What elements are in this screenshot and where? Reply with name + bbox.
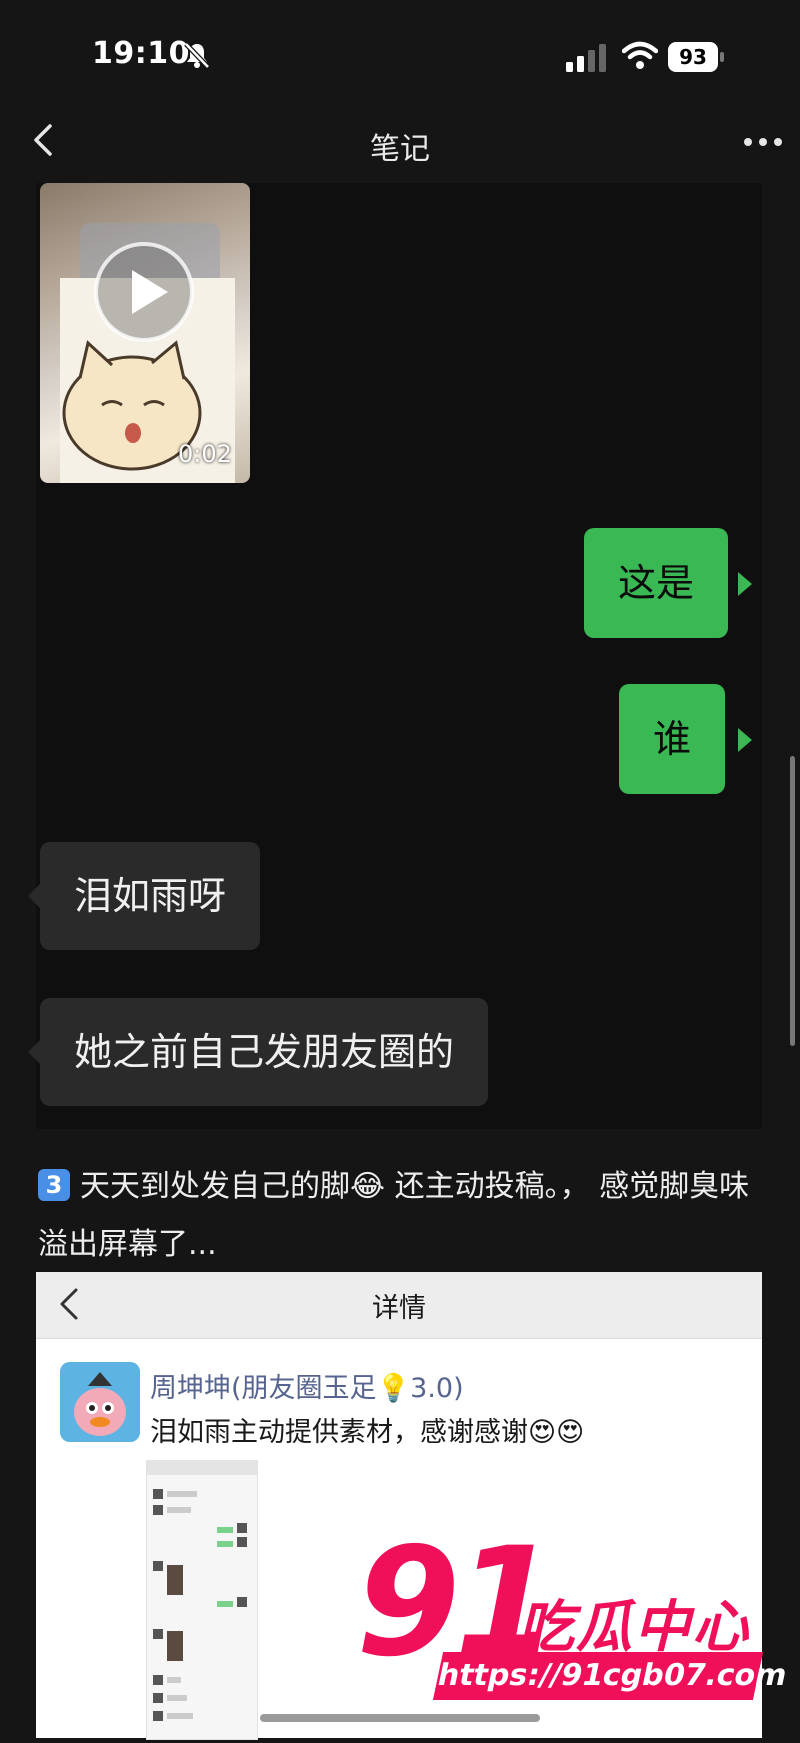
- embedded-chat-image: [146, 1460, 258, 1740]
- scrollbar[interactable]: [790, 756, 795, 1046]
- message-text: 谁: [653, 717, 692, 761]
- message-text: 她之前自己发朋友圈的: [74, 1030, 455, 1074]
- wifi-icon: [622, 41, 658, 69]
- caption-text: 天天到处发自己的脚😂 还主动投稿。， 感觉脚臭味溢出屏幕了...: [38, 1169, 750, 1262]
- video-duration: 0:02: [178, 440, 232, 468]
- avatar-image: [60, 1362, 140, 1442]
- watermark-url: https://91cgb07.com: [432, 1652, 790, 1700]
- post-text: 泪如雨主动提供素材，感谢感谢😍😍: [150, 1417, 585, 1448]
- bubble-tail: [738, 572, 752, 596]
- avatar: [60, 1362, 140, 1442]
- battery-indicator: 93: [668, 42, 726, 72]
- chat-bubble-right: 这是: [584, 528, 729, 638]
- chat-bubble-right: 谁: [619, 684, 726, 794]
- signal-icon: [566, 44, 606, 72]
- bubble-tail: [28, 1040, 40, 1064]
- battery-level: 93: [668, 42, 718, 72]
- chat-bubble-left: 她之前自己发朋友圈的: [40, 998, 489, 1106]
- post-caption: 3 天天到处发自己的脚😂 还主动投稿。， 感觉脚臭味溢出屏幕了...: [38, 1158, 758, 1274]
- bubble-tail: [28, 884, 40, 908]
- battery-tip: [720, 52, 724, 62]
- bubble-tail: [738, 728, 752, 752]
- bell-muted-icon: [184, 42, 210, 69]
- watermark-name: 吃瓜中心: [518, 1595, 750, 1660]
- screenshot-title: 详情: [372, 1293, 426, 1324]
- more-options-button[interactable]: [740, 124, 786, 160]
- status-time: 19:10: [92, 36, 190, 71]
- chat-bubble-left: 泪如雨呀: [40, 842, 261, 950]
- poster-name: 周坤坤(朋友圈玉足💡3.0): [150, 1373, 464, 1404]
- message-text: 这是: [618, 561, 695, 605]
- play-icon[interactable]: [92, 240, 196, 344]
- number-badge: 3: [38, 1168, 70, 1201]
- message-text: 泪如雨呀: [74, 874, 227, 918]
- chat-thumbnail-image: [147, 1461, 257, 1721]
- page-title: 笔记: [370, 132, 430, 167]
- home-indicator[interactable]: [260, 1714, 540, 1722]
